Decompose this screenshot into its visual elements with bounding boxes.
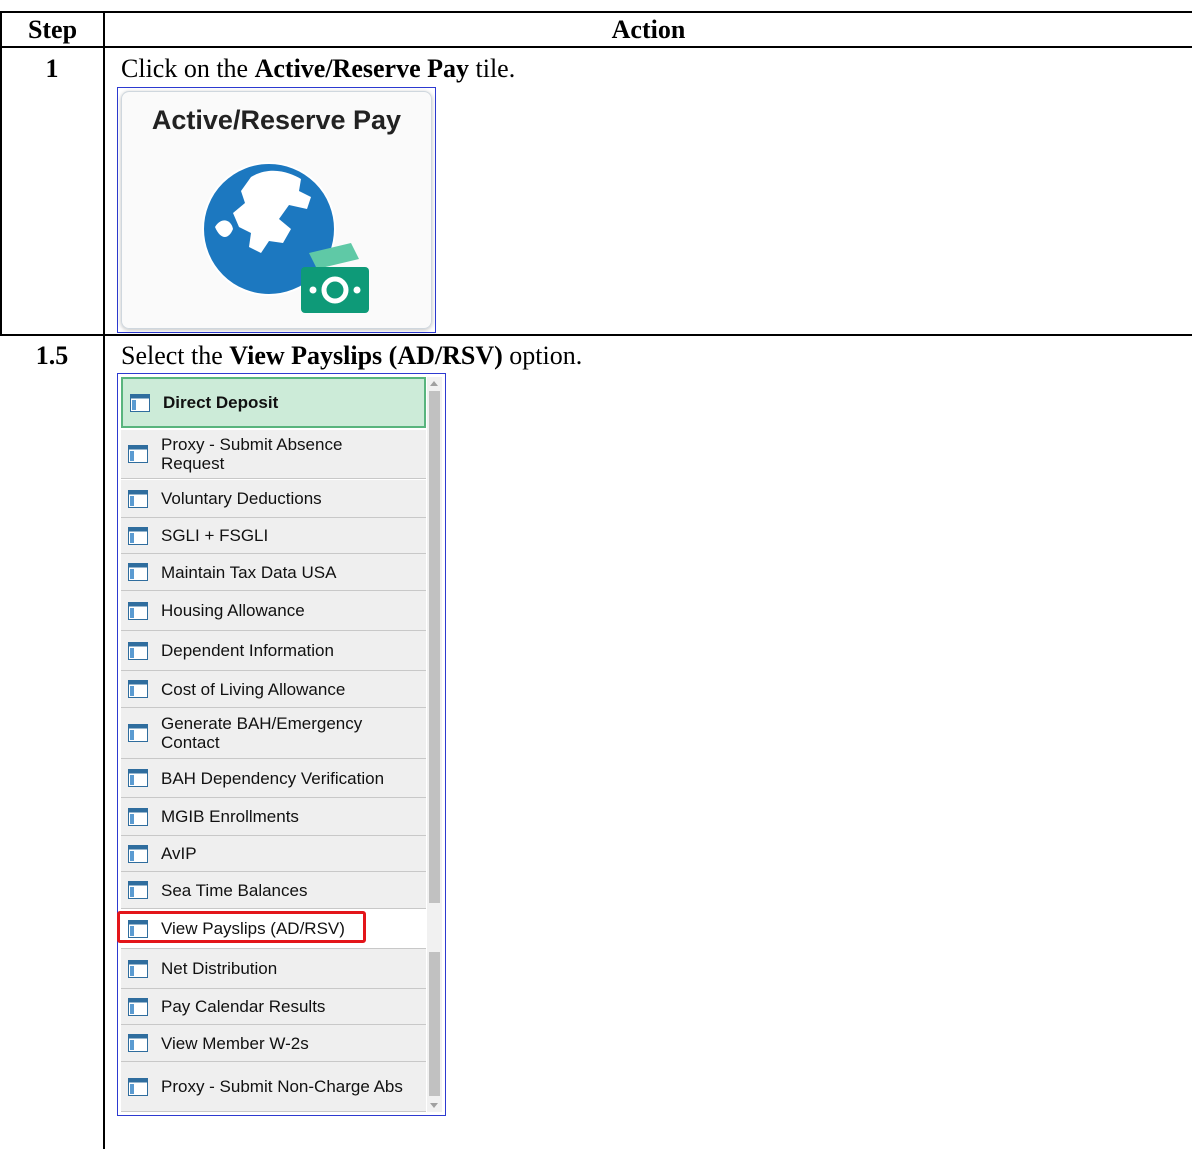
menu-item-generate-bah[interactable]: Generate BAH/Emergency Contact [121, 708, 426, 759]
menu-item-net-distribution[interactable]: Net Distribution [121, 949, 426, 989]
menu-item-label: Dependent Information [161, 641, 334, 660]
menu-item-cost-of-living[interactable]: Cost of Living Allowance [121, 671, 426, 708]
scrollbar-thumb[interactable] [429, 952, 440, 1096]
scroll-up-arrow[interactable] [430, 381, 438, 386]
menu-item-mgib-enrollments[interactable]: MGIB Enrollments [121, 798, 426, 836]
page-list-icon [128, 489, 148, 508]
page-list-icon [128, 563, 148, 581]
menu-item-label: Generate BAH/Emergency Contact [161, 714, 363, 752]
scrollbar-thumb[interactable] [429, 391, 440, 903]
menu-item-label: SGLI + FSGLI [161, 526, 269, 545]
menu-item-proxy-submit-non-charge[interactable]: Proxy - Submit Non-Charge Abs [121, 1062, 426, 1112]
scroll-down-arrow[interactable] [430, 1103, 438, 1108]
page-list-icon [128, 769, 148, 787]
menu-item-pay-calendar-results[interactable]: Pay Calendar Results [121, 989, 426, 1025]
menu-item-proxy-submit-absence[interactable]: Proxy - Submit Absence Request [121, 430, 426, 479]
step-number: 1.5 [35, 341, 69, 370]
menu-item-label: Sea Time Balances [161, 880, 308, 900]
page-list-icon [128, 601, 148, 620]
table-border-header [0, 46, 1192, 48]
table-border-divider [103, 11, 105, 1149]
menu-item-label: Voluntary Deductions [161, 489, 322, 508]
step-instruction: Select the View Payslips (AD/RSV) option… [121, 341, 582, 371]
page-list-icon [128, 844, 148, 863]
instruction-text: Select the [121, 341, 230, 370]
page-list-icon [128, 724, 148, 742]
menu-item-bah-dependency[interactable]: BAH Dependency Verification [121, 759, 426, 798]
menu-item-label: Maintain Tax Data USA [161, 562, 337, 582]
step-instruction: Click on the Active/Reserve Pay tile. [121, 54, 515, 84]
menu-item-housing-allowance[interactable]: Housing Allowance [121, 591, 426, 631]
menu-item-label: Proxy - Submit Absence Request [161, 435, 343, 473]
menu-item-sea-time-balances[interactable]: Sea Time Balances [121, 872, 426, 909]
menu-item-voluntary-deductions[interactable]: Voluntary Deductions [121, 480, 426, 518]
tile-card: Active/Reserve Pay [121, 91, 432, 329]
menu-item-label: MGIB Enrollments [161, 807, 299, 826]
menu-item-maintain-tax-data[interactable]: Maintain Tax Data USA [121, 554, 426, 591]
globe-money-icon [202, 162, 369, 313]
header-step: Step [27, 15, 78, 44]
page-list-icon [128, 959, 148, 978]
page-list-icon [128, 445, 148, 463]
page-list-icon [128, 526, 148, 545]
table-border-top [0, 11, 1192, 13]
page-list-icon [128, 807, 148, 826]
menu-item-label: Housing Allowance [161, 601, 305, 620]
menu-item-avip[interactable]: AvIP [121, 836, 426, 872]
instruction-text: tile. [469, 54, 516, 83]
page-list-icon [128, 1077, 148, 1096]
menu-item-label: AvIP [161, 844, 197, 863]
menu-item-view-member-w2s[interactable]: View Member W-2s [121, 1025, 426, 1062]
instruction-bold-text: View Payslips (AD/RSV) [229, 341, 503, 370]
menu-item-label: Net Distribution [161, 959, 278, 978]
page-list-icon [130, 393, 150, 412]
instruction-bold-text: Active/Reserve Pay [254, 54, 469, 83]
page-list-icon [128, 641, 148, 660]
step-number: 1 [45, 54, 59, 83]
highlight-box [117, 911, 366, 943]
menu-item-label: Proxy - Submit Non-Charge Abs [161, 1077, 403, 1096]
menu-item-label: View Member W-2s [161, 1033, 309, 1053]
menu-item-dependent-information[interactable]: Dependent Information [121, 631, 426, 671]
page-list-icon [128, 680, 148, 698]
menu-item-sgli-fsgli[interactable]: SGLI + FSGLI [121, 518, 426, 554]
menu-item-label: Direct Deposit [163, 393, 279, 412]
header-action: Action [611, 15, 686, 44]
instruction-text: option. [502, 341, 583, 370]
tile-title: Active/Reserve Pay [151, 105, 402, 135]
menu-item-label: Pay Calendar Results [161, 997, 326, 1016]
menu-item-label: Cost of Living Allowance [161, 679, 346, 699]
menu-scrollbar[interactable] [427, 377, 442, 1112]
pay-options-menu[interactable]: Direct Deposit Proxy - Submit Absence Re… [117, 373, 446, 1116]
active-reserve-pay-tile[interactable]: Active/Reserve Pay [117, 87, 436, 333]
menu-item-direct-deposit[interactable]: Direct Deposit [121, 377, 426, 428]
page-list-icon [128, 997, 148, 1016]
menu-item-label: BAH Dependency Verification [161, 768, 385, 788]
page-list-icon [128, 1034, 148, 1052]
page-list-icon [128, 881, 148, 899]
table-border-row2 [0, 334, 1192, 336]
instruction-text: Click on the [121, 54, 255, 83]
